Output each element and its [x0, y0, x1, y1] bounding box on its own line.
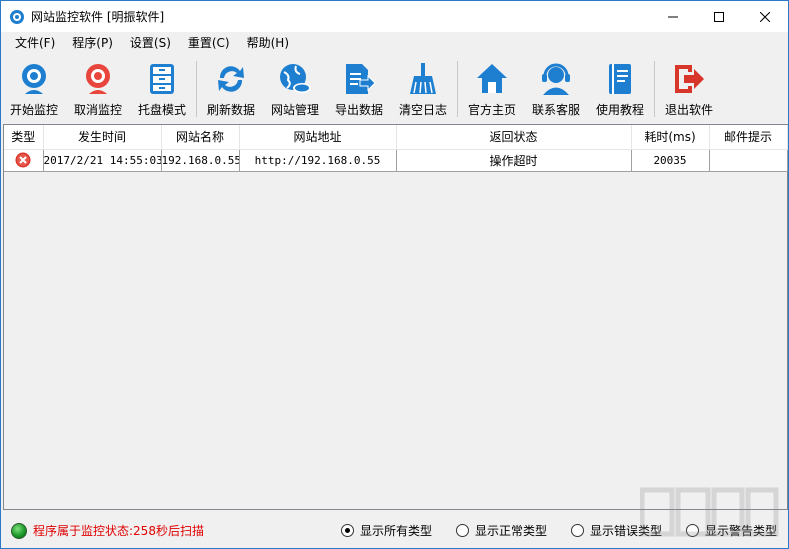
minimize-button[interactable] [650, 1, 696, 32]
toolbar-label: 清空日志 [398, 103, 447, 117]
menu-settings[interactable]: 设置(S) [122, 32, 180, 54]
toolbar-separator [196, 61, 197, 117]
toolbar-label: 取消监控 [73, 103, 122, 117]
menu-program[interactable]: 程序(P) [64, 32, 122, 54]
cell-site-url: http://192.168.0.55 [239, 149, 397, 172]
book-icon [609, 64, 631, 94]
menu-bar: 文件(F) 程序(P) 设置(S) 重置(C) 帮助(H) [1, 32, 788, 54]
table-row[interactable]: 2017/2/21 14:55:03 192.168.0.55 http://1… [4, 149, 788, 172]
site-manage-button[interactable]: 网站管理 [263, 55, 327, 121]
tutorial-button[interactable]: 使用教程 [588, 55, 652, 121]
menu-help[interactable]: 帮助(H) [239, 32, 298, 54]
toolbar-label: 开始监控 [9, 103, 58, 117]
minimize-icon [668, 16, 678, 17]
refresh-icon [218, 66, 244, 92]
column-header-status[interactable]: 返回状态 [396, 125, 632, 150]
column-header-time[interactable]: 发生时间 [43, 125, 162, 150]
broom-icon [410, 63, 436, 94]
app-logo-icon [10, 9, 24, 24]
toolbar-label: 联系客服 [531, 103, 580, 117]
cell-elapsed: 20035 [631, 149, 710, 172]
home-icon [477, 64, 507, 93]
exit-icon [675, 65, 704, 93]
cabinet-icon [150, 64, 174, 94]
column-header-site-name[interactable]: 网站名称 [161, 125, 240, 150]
filter-all-radio[interactable]: 显示所有类型 [341, 522, 432, 539]
toolbar-separator [457, 61, 458, 117]
toolbar: 开始监控 取消监控 托盘模式 刷新数据 网站管理 导出数据 清空日志 官方主页 … [1, 55, 788, 123]
table-header: 类型 发生时间 网站名称 网站地址 返回状态 耗时(ms) 邮件提示 [4, 125, 788, 150]
menu-reset[interactable]: 重置(C) [180, 32, 239, 54]
clear-log-button[interactable]: 清空日志 [391, 55, 455, 121]
toolbar-label: 刷新数据 [206, 103, 255, 117]
webcam-start-icon [22, 64, 46, 94]
exit-button[interactable]: 退出软件 [657, 55, 721, 121]
radio-unchecked-icon [456, 524, 470, 537]
filter-normal-radio[interactable]: 显示正常类型 [456, 522, 547, 539]
toolbar-label: 使用教程 [595, 103, 644, 117]
toolbar-label: 官方主页 [467, 103, 516, 117]
radio-checked-icon [341, 524, 354, 537]
close-icon [760, 11, 770, 22]
close-button[interactable] [742, 1, 788, 32]
column-header-elapsed[interactable]: 耗时(ms) [631, 125, 710, 150]
toolbar-label: 退出软件 [664, 103, 713, 117]
cell-status: 操作超时 [396, 149, 632, 172]
menu-file[interactable]: 文件(F) [7, 32, 64, 54]
toolbar-label: 导出数据 [334, 103, 383, 117]
refresh-button[interactable]: 刷新数据 [199, 55, 263, 121]
cell-time: 2017/2/21 14:55:03 [43, 149, 162, 172]
filter-label: 显示正常类型 [475, 524, 548, 538]
homepage-button[interactable]: 官方主页 [460, 55, 524, 121]
filter-label: 显示所有类型 [360, 524, 433, 538]
toolbar-label: 托盘模式 [137, 103, 186, 117]
start-monitor-button[interactable]: 开始监控 [2, 55, 66, 121]
error-icon [15, 152, 31, 168]
contact-support-button[interactable]: 联系客服 [524, 55, 588, 121]
title-bar: 网站监控软件 [明振软件] [1, 1, 788, 32]
export-data-button[interactable]: 导出数据 [327, 55, 391, 121]
stop-monitor-button[interactable]: 取消监控 [66, 55, 130, 121]
globe-cloud-icon [280, 64, 311, 93]
cell-site-name: 192.168.0.55 [161, 149, 240, 172]
toolbar-label: 网站管理 [270, 103, 319, 117]
column-header-type[interactable]: 类型 [4, 125, 44, 150]
maximize-button[interactable] [696, 1, 742, 32]
tray-mode-button[interactable]: 托盘模式 [130, 55, 194, 121]
maximize-icon [714, 11, 724, 22]
column-header-mail[interactable]: 邮件提示 [709, 125, 788, 150]
log-table[interactable]: 类型 发生时间 网站名称 网站地址 返回状态 耗时(ms) 邮件提示 2017/… [3, 124, 788, 510]
toolbar-separator [654, 61, 655, 117]
headset-icon [542, 63, 570, 95]
app-window: 网站监控软件 [明振软件] 文件(F) 程序(P) 设置(S) 重置(C) 帮助… [0, 0, 789, 549]
cell-mail [709, 149, 788, 172]
window-title: 网站监控软件 [明振软件] [31, 10, 165, 24]
cell-type [4, 149, 44, 172]
webcam-stop-icon [86, 64, 110, 94]
radio-unchecked-icon [571, 524, 585, 537]
column-header-site-url[interactable]: 网站地址 [239, 125, 397, 150]
export-icon [346, 64, 376, 94]
status-text: 程序属于监控状态:258秒后扫描 [33, 524, 204, 538]
watermark-logo [640, 487, 779, 537]
status-led-icon [11, 522, 27, 539]
